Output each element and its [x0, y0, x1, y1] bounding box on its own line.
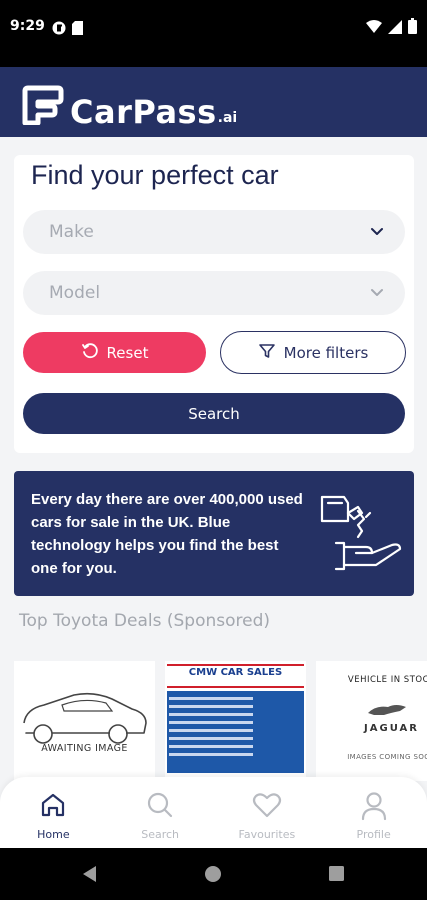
nav-profile[interactable]: Profile — [320, 777, 427, 848]
heart-icon — [252, 791, 282, 823]
dealer-banner-image: CMW CAR SALES — [165, 661, 306, 773]
dealer-name-text: CMW CAR SALES — [188, 667, 283, 678]
app-header: CarPass .ai — [0, 67, 427, 137]
search-button-label: Search — [188, 404, 240, 423]
deals-carousel[interactable]: AWAITING IMAGE CMW CAR SALES VEHICLE IN … — [14, 661, 427, 781]
status-time: 9:29 — [10, 18, 45, 34]
home-circle-icon[interactable] — [205, 866, 221, 886]
nav-favourites-label: Favourites — [238, 828, 296, 841]
nav-favourites[interactable]: Favourites — [214, 777, 321, 848]
home-icon — [39, 791, 67, 823]
nav-search[interactable]: Search — [107, 777, 214, 848]
chevron-down-icon — [369, 284, 385, 304]
signal-icon — [388, 19, 402, 38]
more-filters-button[interactable]: More filters — [220, 331, 406, 374]
vehicle-in-stock-image: VEHICLE IN STOCK JAGUAR IMAGES COMING SO… — [316, 661, 427, 773]
filter-icon — [258, 342, 276, 364]
info-banner-text: Every day there are over 400,000 used ca… — [31, 491, 303, 577]
logo-mark-icon — [22, 85, 64, 129]
reset-button-label: Reset — [106, 343, 149, 362]
search-button[interactable]: Search — [23, 393, 405, 434]
carpass-logo[interactable]: CarPass .ai — [22, 85, 237, 129]
vehicle-in-stock-text: VEHICLE IN STOCK — [347, 675, 427, 685]
sd-card-icon — [72, 20, 83, 39]
deal-card[interactable]: AWAITING IMAGE — [14, 661, 155, 781]
awaiting-image-text: AWAITING IMAGE — [41, 743, 128, 754]
logo-text: CarPass — [70, 93, 217, 131]
battery-icon — [408, 18, 417, 38]
deal-card[interactable]: CMW CAR SALES — [165, 661, 306, 781]
model-select-placeholder: Model — [49, 283, 101, 303]
nav-home-label: Home — [37, 828, 70, 841]
search-card-title: Find your perfect car — [31, 160, 279, 190]
logo-suffix: .ai — [217, 110, 238, 126]
info-banner: Every day there are over 400,000 used ca… — [14, 471, 414, 596]
jaguar-logo-icon — [366, 701, 410, 723]
search-icon — [146, 791, 174, 823]
make-select[interactable]: Make — [23, 210, 405, 254]
more-filters-label: More filters — [283, 343, 369, 362]
recents-icon[interactable] — [329, 866, 344, 885]
model-select[interactable]: Model — [23, 271, 405, 315]
notification-icon — [52, 20, 66, 39]
jaguar-brand-text: JAGUAR — [364, 723, 419, 734]
nav-home[interactable]: Home — [0, 777, 107, 848]
status-bar: 9:29 — [0, 0, 427, 67]
deal-card[interactable]: VEHICLE IN STOCK JAGUAR IMAGES COMING SO… — [316, 661, 427, 781]
back-icon[interactable] — [82, 865, 98, 887]
nav-search-label: Search — [141, 828, 180, 841]
make-select-placeholder: Make — [49, 222, 94, 242]
reset-icon — [81, 342, 99, 364]
awaiting-image-placeholder: AWAITING IMAGE — [14, 661, 155, 773]
system-nav-bar — [0, 848, 427, 900]
search-card: Find your perfect car Make Model Reset M… — [14, 155, 414, 453]
wifi-icon — [366, 19, 382, 38]
nav-profile-label: Profile — [356, 828, 391, 841]
top-deals-title: Top Toyota Deals (Sponsored) — [19, 611, 271, 631]
person-icon — [360, 791, 388, 825]
car-key-hand-icon — [314, 491, 414, 583]
bottom-nav: Home Search Favourites Profile — [0, 777, 427, 848]
reset-button[interactable]: Reset — [23, 332, 206, 373]
images-coming-soon-text: IMAGES COMING SOON — [347, 753, 427, 761]
chevron-down-icon — [369, 223, 385, 243]
